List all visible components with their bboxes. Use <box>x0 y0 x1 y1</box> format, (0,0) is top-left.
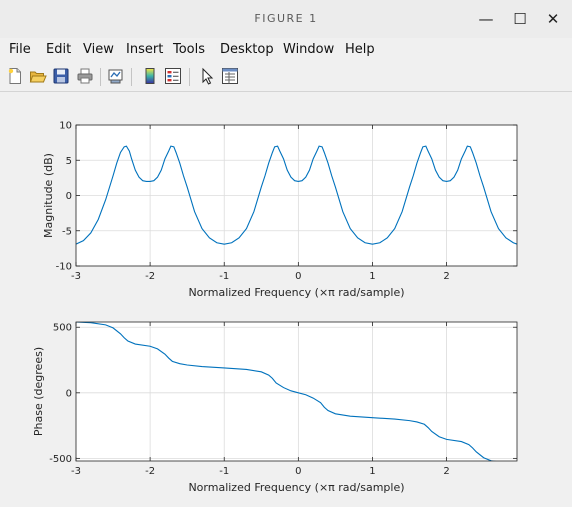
x-tick-label: -1 <box>219 271 229 282</box>
toolbar <box>0 63 572 92</box>
edit-plot-icon[interactable] <box>198 67 216 85</box>
menu-view[interactable]: View <box>83 42 114 58</box>
property-inspector-icon[interactable] <box>221 67 239 85</box>
x-tick-label: -2 <box>145 466 155 477</box>
x-tick-label: 1 <box>369 466 375 477</box>
y-axis-label: Magnitude (dB) <box>42 153 55 238</box>
toolbar-separator <box>189 68 190 86</box>
insert-colorbar-icon[interactable] <box>141 67 159 85</box>
x-tick-label: 2 <box>443 271 449 282</box>
menu-help[interactable]: Help <box>345 42 375 58</box>
save-icon[interactable] <box>52 67 70 85</box>
x-axis-label: Normalized Frequency (×π rad/sample) <box>188 481 404 494</box>
toolbar-separator <box>100 68 101 86</box>
menu-window[interactable]: Window <box>283 42 334 58</box>
x-tick-label: 0 <box>295 466 301 477</box>
new-figure-icon[interactable] <box>6 67 24 85</box>
axes-1[interactable]: -3 -2 -1 0 1 2-10-50510Normalized Frequency (… <box>42 121 518 300</box>
y-tick-label: 5 <box>66 156 72 167</box>
x-tick-label: 1 <box>369 271 375 282</box>
x-tick-label: 2 <box>443 466 449 477</box>
x-tick-label: -1 <box>219 466 229 477</box>
toolbar-separator <box>131 68 132 86</box>
y-tick-label: 0 <box>66 388 72 399</box>
menu-bar: File Edit View Insert Tools Desktop Wind… <box>0 38 572 91</box>
y-tick-label: 0 <box>66 191 72 202</box>
menu-desktop[interactable]: Desktop <box>220 42 274 58</box>
menu-insert[interactable]: Insert <box>126 42 163 58</box>
y-tick-label: -5 <box>62 226 72 237</box>
y-axis-label: Phase (degrees) <box>32 347 45 436</box>
x-tick-label: -3 <box>71 466 81 477</box>
menu-tools[interactable]: Tools <box>173 42 205 58</box>
link-plot-icon[interactable] <box>107 67 125 85</box>
print-icon[interactable] <box>76 67 94 85</box>
plots-svg: -3 -2 -1 0 1 2-10-50510Normalized Frequency (… <box>32 121 518 494</box>
x-tick-label: 0 <box>295 271 301 282</box>
x-tick-label: -3 <box>71 271 81 282</box>
y-tick-label: -500 <box>49 454 72 465</box>
menu-edit[interactable]: Edit <box>46 42 71 58</box>
title-bar: FIGURE 1 — ☐ ✕ <box>0 0 572 38</box>
menu-file[interactable]: File <box>9 42 31 58</box>
figure-canvas[interactable]: -3 -2 -1 0 1 2 -10 -5 0 5 10 Normalized Frequency (… <box>3 94 569 504</box>
x-axis-label: Normalized Frequency (×π rad/sample) <box>188 286 404 299</box>
close-button[interactable]: ✕ <box>543 9 563 29</box>
y-tick-label: -10 <box>56 262 72 273</box>
y-tick-label: 500 <box>53 323 72 334</box>
insert-legend-icon[interactable] <box>164 67 182 85</box>
x-tick-label: -2 <box>145 271 155 282</box>
y-tick-label: 10 <box>59 121 72 132</box>
axes-2[interactable]: -3 -2 -1 0 1 2 -500 0 500 Normalized Frequency (×… <box>32 321 518 494</box>
minimize-button[interactable]: — <box>476 9 496 29</box>
open-file-icon[interactable] <box>29 67 47 85</box>
maximize-button[interactable]: ☐ <box>510 9 530 29</box>
